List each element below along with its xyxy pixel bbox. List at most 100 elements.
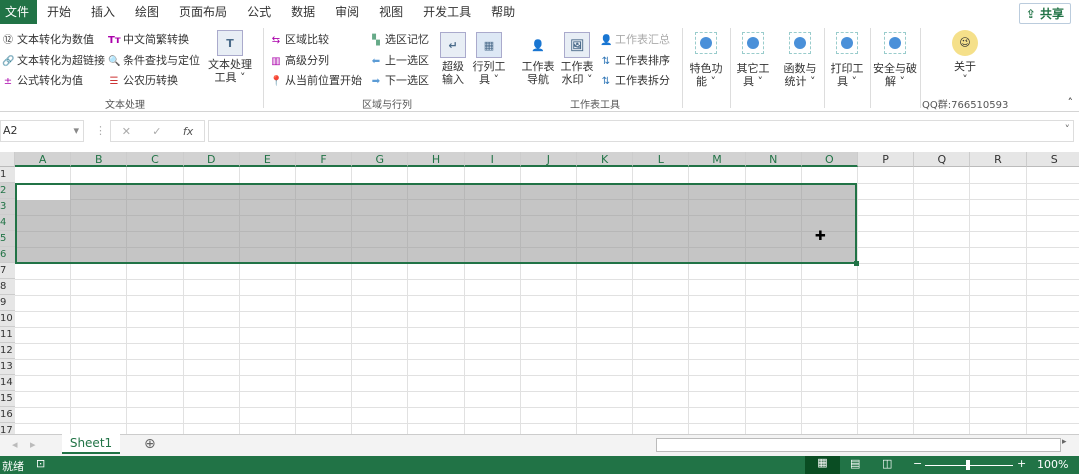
super-input-button[interactable]: ↵ 超级输入 — [438, 32, 468, 86]
row-header-2[interactable]: 2 — [0, 183, 15, 199]
chinese-convert[interactable]: Tт 中文简繁转换 — [108, 31, 189, 47]
zoom-level[interactable]: 100% — [1037, 458, 1068, 471]
tool-button-4[interactable]: 安全与破解 ˅ — [873, 32, 917, 88]
row-header-15[interactable]: 15 — [0, 391, 15, 407]
active-cell[interactable] — [17, 185, 70, 200]
column-header-H[interactable]: H — [408, 152, 465, 167]
collapse-ribbon-icon[interactable]: ˄ — [1068, 96, 1074, 109]
column-header-C[interactable]: C — [127, 152, 184, 167]
column-header-A[interactable]: A — [15, 152, 72, 167]
column-header-N[interactable]: N — [745, 152, 802, 167]
about-button[interactable]: 😉 关于 ˅ — [945, 30, 985, 86]
horizontal-scrollbar[interactable] — [656, 438, 1061, 452]
sheet-tab-sheet1[interactable]: Sheet1 — [62, 434, 120, 454]
row-header-12[interactable]: 12 — [0, 343, 15, 359]
previous-selection[interactable]: ⬅ 上一选区 — [370, 52, 429, 68]
cancel-icon[interactable]: ✕ — [122, 125, 131, 138]
column-header-M[interactable]: M — [689, 152, 746, 167]
menu-tab-2[interactable]: 插入 — [81, 0, 125, 24]
row-header-9[interactable]: 9 — [0, 295, 15, 311]
scroll-right-arrow-icon[interactable]: ▸ — [1062, 437, 1067, 447]
page-layout-icon[interactable]: ▤ — [850, 457, 860, 470]
fx-icon[interactable]: fx — [183, 125, 193, 138]
menu-tab-6[interactable]: 数据 — [281, 0, 325, 24]
advanced-split[interactable]: ▥ 高级分列 — [270, 52, 329, 68]
row-col-tools-button[interactable]: ▦ 行列工具 ˅ — [472, 32, 506, 86]
column-header-S[interactable]: S — [1026, 152, 1079, 167]
column-header-F[interactable]: F — [296, 152, 353, 167]
column-header-I[interactable]: I — [464, 152, 521, 167]
zoom-in-icon[interactable]: + — [1017, 457, 1026, 470]
sheet-summary[interactable]: 👤 工作表汇总 — [600, 31, 670, 47]
column-header-E[interactable]: E — [239, 152, 296, 167]
region-compare[interactable]: ⇆ 区域比较 — [270, 31, 329, 47]
row-header-11[interactable]: 11 — [0, 327, 15, 343]
formula-to-value[interactable]: ± 公式转化为值 — [2, 72, 83, 88]
enter-check-icon[interactable]: ✓ — [152, 125, 161, 138]
menu-tab-10[interactable]: 帮助 — [481, 0, 525, 24]
row-header-1[interactable]: 1 — [0, 167, 15, 183]
column-header-B[interactable]: B — [71, 152, 128, 167]
row-header-4[interactable]: 4 — [0, 215, 15, 231]
dropdown-icon[interactable]: ▾ — [73, 124, 79, 137]
row-header-16[interactable]: 16 — [0, 407, 15, 423]
scroll-left-icon[interactable]: ◂ — [12, 438, 18, 451]
conditional-find[interactable]: 🔍 条件查找与定位 — [108, 52, 200, 68]
column-header-R[interactable]: R — [970, 152, 1027, 167]
tool-button-3[interactable]: 打印工具 ˅ — [827, 32, 867, 88]
normal-view-icon[interactable]: ▦ — [805, 456, 840, 474]
row-header-7[interactable]: 7 — [0, 263, 15, 279]
text-to-hyperlink[interactable]: 🔗 文本转化为超链接 — [2, 52, 105, 68]
calendar-convert[interactable]: ☰ 公农历转换 — [108, 72, 178, 88]
menu-tab-9[interactable]: 开发工具 — [413, 0, 481, 24]
menu-tab-7[interactable]: 审阅 — [325, 0, 369, 24]
expand-icon[interactable]: ˅ — [1065, 123, 1071, 136]
scroll-right-icon[interactable]: ▸ — [30, 438, 36, 451]
name-box[interactable]: A2 ▾ — [0, 120, 84, 142]
formula-input[interactable]: ˅ — [208, 120, 1074, 142]
zoom-slider-thumb[interactable] — [966, 460, 970, 470]
selection-memory[interactable]: ▚ 选区记忆 — [370, 31, 429, 47]
row-header-17[interactable]: 17 — [0, 423, 15, 434]
column-header-P[interactable]: P — [858, 152, 915, 167]
macro-record-icon[interactable]: ⊡ — [36, 457, 45, 470]
column-header-G[interactable]: G — [352, 152, 409, 167]
row-header-14[interactable]: 14 — [0, 375, 15, 391]
tool-button-0[interactable]: 特色功能 ˅ — [686, 32, 726, 88]
menu-tab-4[interactable]: 页面布局 — [169, 0, 237, 24]
column-header-L[interactable]: L — [633, 152, 690, 167]
page-break-icon[interactable]: ◫ — [882, 457, 892, 470]
fill-handle[interactable] — [854, 261, 859, 266]
row-header-5[interactable]: 5 — [0, 231, 15, 247]
menu-tab-3[interactable]: 绘图 — [125, 0, 169, 24]
tool-button-2[interactable]: 函数与统计 ˅ — [780, 32, 820, 88]
sheet-navigator-button[interactable]: 👤 工作表导航 — [520, 32, 556, 87]
from-current[interactable]: 📍 从当前位置开始 — [270, 72, 362, 88]
text-tools-button[interactable]: T 文本处理工具 ˅ — [205, 30, 255, 84]
column-header-J[interactable]: J — [520, 152, 577, 167]
next-selection[interactable]: ➡ 下一选区 — [370, 72, 429, 88]
tool-button-1[interactable]: 其它工具 ˅ — [733, 32, 773, 88]
column-header-D[interactable]: D — [183, 152, 240, 167]
row-header-13[interactable]: 13 — [0, 359, 15, 375]
row-header-10[interactable]: 10 — [0, 311, 15, 327]
row-header-6[interactable]: 6 — [0, 247, 15, 263]
sheet-watermark-button[interactable]: 🖼 工作表水印 ˅ — [558, 32, 596, 86]
menu-tab-5[interactable]: 公式 — [237, 0, 281, 24]
add-sheet-icon[interactable]: ⊕ — [144, 436, 156, 452]
column-header-K[interactable]: K — [577, 152, 634, 167]
row-header-3[interactable]: 3 — [0, 199, 15, 215]
select-all-corner[interactable] — [0, 152, 15, 167]
sheet-sort[interactable]: ⇅ 工作表排序 — [600, 52, 670, 68]
spreadsheet-grid[interactable]: A B C D E F G H I J K L M N O P Q R S 1 2 3 4 5 6 7 8 9 10 11 12 13 14 15… — [0, 152, 1079, 434]
text-to-number[interactable]: ⑫ 文本转化为数值 — [2, 31, 94, 47]
zoom-out-icon[interactable]: − — [913, 457, 922, 470]
share-button[interactable]: ⇪ 共享 — [1018, 3, 1071, 24]
menu-tab-1[interactable]: 开始 — [37, 0, 81, 24]
sheet-split[interactable]: ⇅ 工作表拆分 — [600, 72, 670, 88]
menu-tab-8[interactable]: 视图 — [369, 0, 413, 24]
menu-tab-0[interactable]: 文件 — [0, 0, 37, 24]
column-header-O[interactable]: O — [801, 152, 858, 167]
row-header-8[interactable]: 8 — [0, 279, 15, 295]
selection-range[interactable] — [15, 183, 857, 264]
